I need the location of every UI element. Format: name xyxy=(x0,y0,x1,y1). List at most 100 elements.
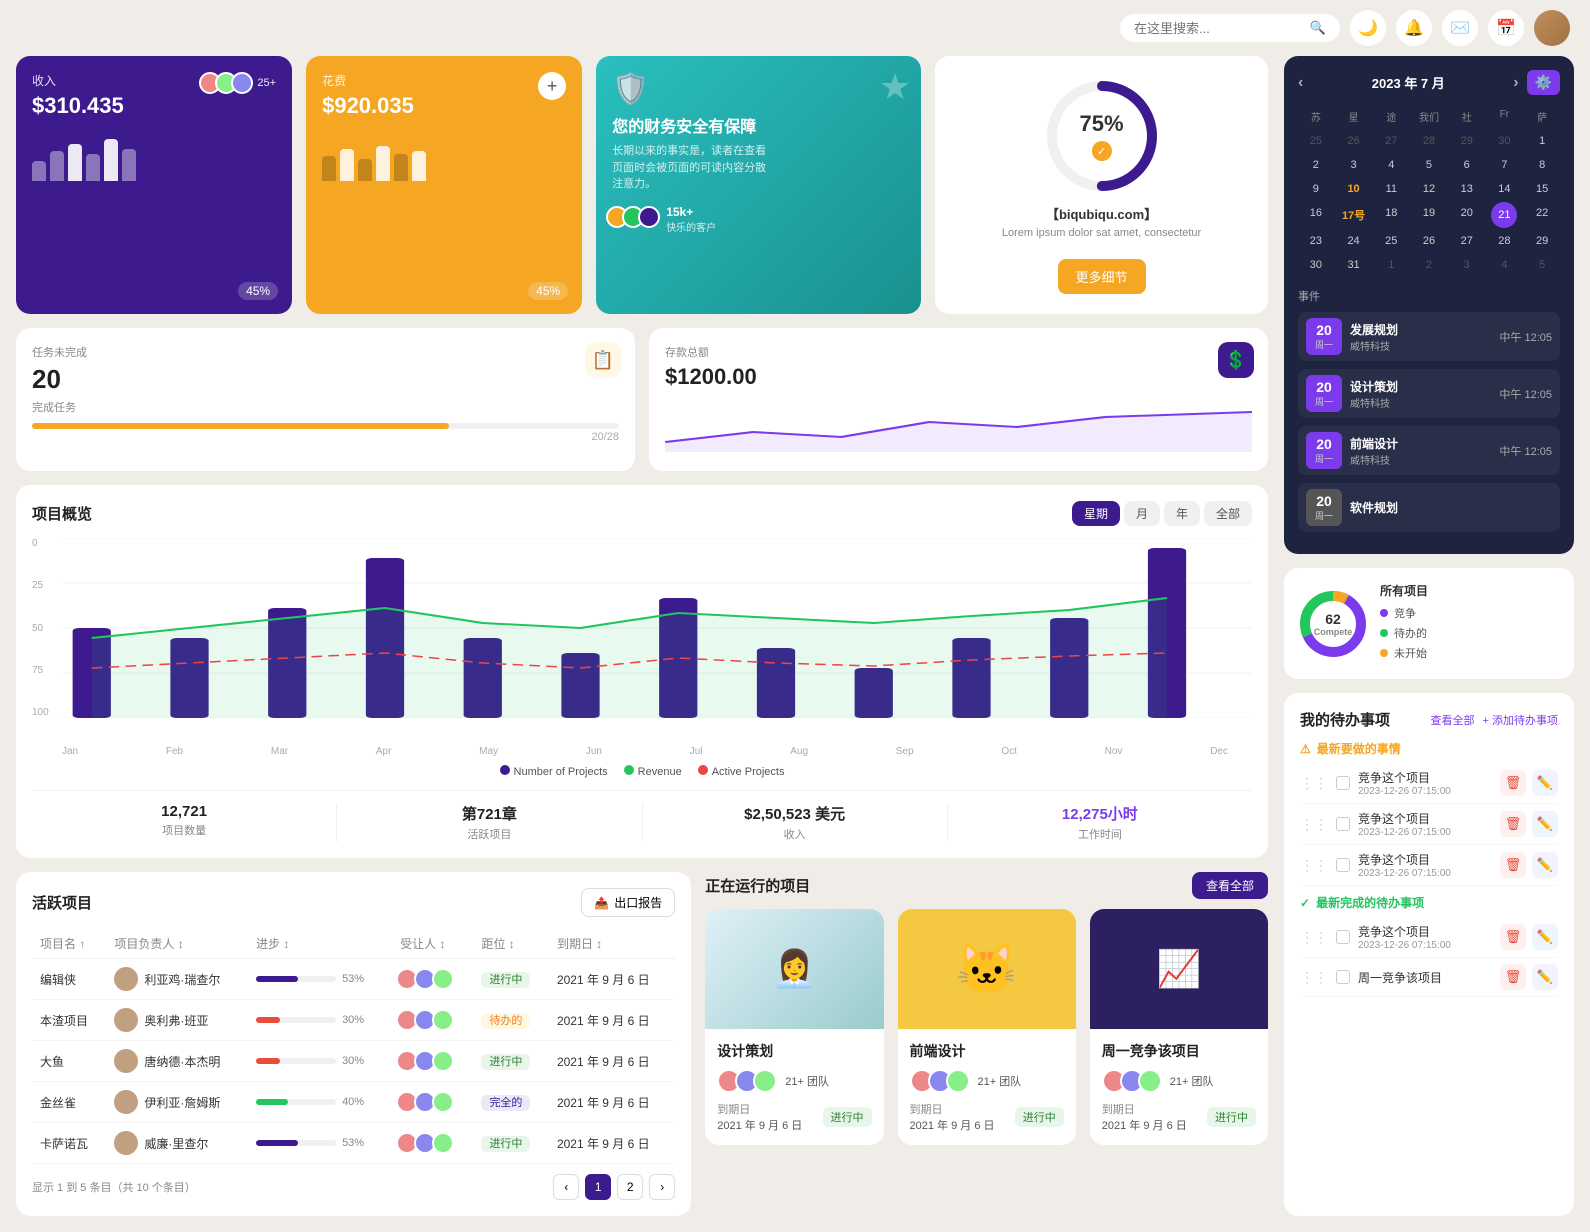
project-due-cell: 2021 年 9 月 6 日 xyxy=(549,1041,675,1082)
right-sidebar: ‹ 2023 年 7 月 › ⚙️ 苏 星 途 我们 社 Fr 萨 25 26 … xyxy=(1284,56,1574,1216)
expense-add-btn[interactable]: + xyxy=(538,72,566,100)
expense-label: 花费 xyxy=(322,72,414,89)
progress-desc: Lorem ipsum dolor sat amet, consectetur xyxy=(1002,227,1201,239)
more-details-btn[interactable]: 更多细节 xyxy=(1058,259,1146,294)
cal-prev-btn[interactable]: ‹ xyxy=(1298,74,1303,92)
project-status-cell: 进行中 xyxy=(473,959,549,1000)
project-overview-header: 项目概览 星期 月 年 全部 xyxy=(32,501,1252,526)
stat-revenue-label: 收入 xyxy=(643,826,947,842)
running-view-all-btn[interactable]: 查看全部 xyxy=(1192,872,1268,899)
todo-delete-btn[interactable]: 🗑 xyxy=(1500,924,1526,950)
todo-item: ⋮⋮ 竞争这个项目 2023-12-26 07:15:00 🗑 ✏️ xyxy=(1300,845,1558,886)
todo-view-all-link[interactable]: 查看全部 xyxy=(1431,712,1475,728)
project-status-cell: 进行中 xyxy=(473,1041,549,1082)
project-name-cell: 本渣项目 xyxy=(32,1000,106,1041)
project-name-cell: 编辑侠 xyxy=(32,959,106,1000)
check-icon: ✓ xyxy=(1092,141,1112,161)
search-bar[interactable]: 🔍 xyxy=(1120,14,1340,42)
event-info: 发展规划 威特科技 xyxy=(1350,321,1491,353)
drag-handle-icon[interactable]: ⋮⋮ xyxy=(1300,969,1328,986)
prev-page-btn[interactable]: ‹ xyxy=(553,1174,579,1200)
drag-handle-icon[interactable]: ⋮⋮ xyxy=(1300,775,1328,792)
top-cards-row: 收入 $310.435 25+ xyxy=(16,56,1268,314)
todo-links: 查看全部 + 添加待办事项 xyxy=(1431,712,1558,728)
project-manager-cell: 威廉·里查尔 xyxy=(106,1123,248,1164)
project-overview-title: 项目概览 xyxy=(32,503,92,524)
search-input[interactable] xyxy=(1134,21,1302,36)
chart-legend: Number of Projects Revenue Active Projec… xyxy=(32,765,1252,778)
security-customers-label: 快乐的客户 xyxy=(666,219,716,234)
todo-checkbox[interactable] xyxy=(1336,858,1350,872)
calendar-event[interactable]: 20 周一 发展规划 威特科技 中午 12:05 xyxy=(1298,312,1560,361)
legend-dot-active xyxy=(698,765,708,775)
security-title: 您的财务安全有保障 xyxy=(612,113,905,137)
calendar-header: ‹ 2023 年 7 月 › ⚙️ xyxy=(1298,70,1560,95)
user-avatar[interactable] xyxy=(1534,10,1570,46)
legend-dot-projects xyxy=(500,765,510,775)
donut-chart: 62 Compete xyxy=(1298,589,1368,659)
running-card-status: 进行中 xyxy=(823,1107,872,1127)
project-progress-cell: 30% xyxy=(248,1041,392,1082)
drag-handle-icon[interactable]: ⋮⋮ xyxy=(1300,816,1328,833)
savings-label: 存款总额 xyxy=(665,344,1252,360)
today-date[interactable]: 21 xyxy=(1491,202,1517,228)
tab-year[interactable]: 年 xyxy=(1164,501,1200,526)
drag-handle-icon[interactable]: ⋮⋮ xyxy=(1300,857,1328,874)
table-row: 大鱼 唐纳德·本杰明 30% 进行中 2021 年 9 xyxy=(32,1041,675,1082)
project-manager-cell: 伊利亚·詹姆斯 xyxy=(106,1082,248,1123)
stat-projects-value: 12,721 xyxy=(32,803,336,820)
todo-checkbox[interactable] xyxy=(1336,776,1350,790)
todo-edit-btn[interactable]: ✏️ xyxy=(1532,924,1558,950)
progress-label: 75% ✓ xyxy=(1080,111,1124,161)
todo-checkbox[interactable] xyxy=(1336,817,1350,831)
running-card-team: 21+ 团队 xyxy=(910,1069,1064,1093)
drag-handle-icon[interactable]: ⋮⋮ xyxy=(1300,929,1328,946)
todo-edit-btn[interactable]: ✏️ xyxy=(1532,811,1558,837)
notification-bell-btn[interactable]: 🔔 xyxy=(1396,10,1432,46)
todo-edit-btn[interactable]: ✏️ xyxy=(1532,770,1558,796)
running-cards: 👩‍💼 设计策划 21+ 团队 到期日 2021 年 9 月 6 日 进行中 xyxy=(705,909,1268,1145)
todo-delete-btn[interactable]: 🗑 xyxy=(1500,852,1526,878)
tab-week[interactable]: 星期 xyxy=(1072,501,1120,526)
cal-settings-icon[interactable]: ⚙️ xyxy=(1527,70,1560,95)
project-overview-card: 项目概览 星期 月 年 全部 100 75 50 25 0 xyxy=(16,485,1268,858)
mail-btn[interactable]: ✉️ xyxy=(1442,10,1478,46)
page-1-btn[interactable]: 1 xyxy=(585,1174,611,1200)
calendar-event[interactable]: 20 周一 前端设计 威特科技 中午 12:05 xyxy=(1298,426,1560,475)
export-report-btn[interactable]: 📤 出口报告 xyxy=(581,888,675,917)
page-2-btn[interactable]: 2 xyxy=(617,1174,643,1200)
todo-edit-btn[interactable]: ✏️ xyxy=(1532,964,1558,990)
calendar-event[interactable]: 20 周一 设计策划 威特科技 中午 12:05 xyxy=(1298,369,1560,418)
todo-item: ⋮⋮ 周一竞争该项目 🗑 ✏️ xyxy=(1300,958,1558,997)
todo-checkbox[interactable] xyxy=(1336,930,1350,944)
project-due-cell: 2021 年 9 月 6 日 xyxy=(549,1123,675,1164)
todo-delete-btn[interactable]: 🗑 xyxy=(1500,811,1526,837)
task-progress-text: 20/28 xyxy=(32,431,619,443)
cal-next-btn[interactable]: › xyxy=(1513,74,1518,92)
todo-delete-btn[interactable]: 🗑 xyxy=(1500,770,1526,796)
active-projects-section: 活跃项目 📤 出口报告 项目名 ↑ 项目负责人 ↕ 进步 ↕ xyxy=(16,872,691,1216)
todo-delete-btn[interactable]: 🗑 xyxy=(1500,964,1526,990)
donut-dot-pending xyxy=(1380,629,1388,637)
tab-month[interactable]: 月 xyxy=(1124,501,1160,526)
todo-urgent-label: ⚠ 最新要做的事情 xyxy=(1300,740,1558,757)
todo-checkbox[interactable] xyxy=(1336,970,1350,984)
todo-add-link[interactable]: + 添加待办事项 xyxy=(1483,712,1558,728)
tab-all[interactable]: 全部 xyxy=(1204,501,1252,526)
circular-progress: 75% ✓ xyxy=(1042,76,1162,196)
next-page-btn[interactable]: › xyxy=(649,1174,675,1200)
active-projects-title: 活跃项目 xyxy=(32,892,92,913)
revenue-label: 收入 xyxy=(32,72,124,89)
todo-header: 我的待办事项 查看全部 + 添加待办事项 xyxy=(1300,709,1558,730)
active-projects-table: 项目名 ↑ 项目负责人 ↕ 进步 ↕ 受让人 ↕ 距位 ↕ 到期日 ↕ 编辑侠 xyxy=(32,929,675,1164)
project-tabs: 星期 月 年 全部 xyxy=(1072,501,1252,526)
calendar-btn[interactable]: 📅 xyxy=(1488,10,1524,46)
calendar-event[interactable]: 20 周一 软件规划 xyxy=(1298,483,1560,532)
calendar-events: 事件 20 周一 发展规划 威特科技 中午 12:05 20 周一 设计策划 威… xyxy=(1298,288,1560,532)
running-card-footer: 到期日 2021 年 9 月 6 日 进行中 xyxy=(717,1101,871,1133)
project-name-cell: 卡萨诺瓦 xyxy=(32,1123,106,1164)
pagination-info: 显示 1 到 5 条目（共 10 个条目） xyxy=(32,1179,196,1195)
project-progress-cell: 30% xyxy=(248,1000,392,1041)
theme-toggle-btn[interactable]: 🌙 xyxy=(1350,10,1386,46)
todo-edit-btn[interactable]: ✏️ xyxy=(1532,852,1558,878)
